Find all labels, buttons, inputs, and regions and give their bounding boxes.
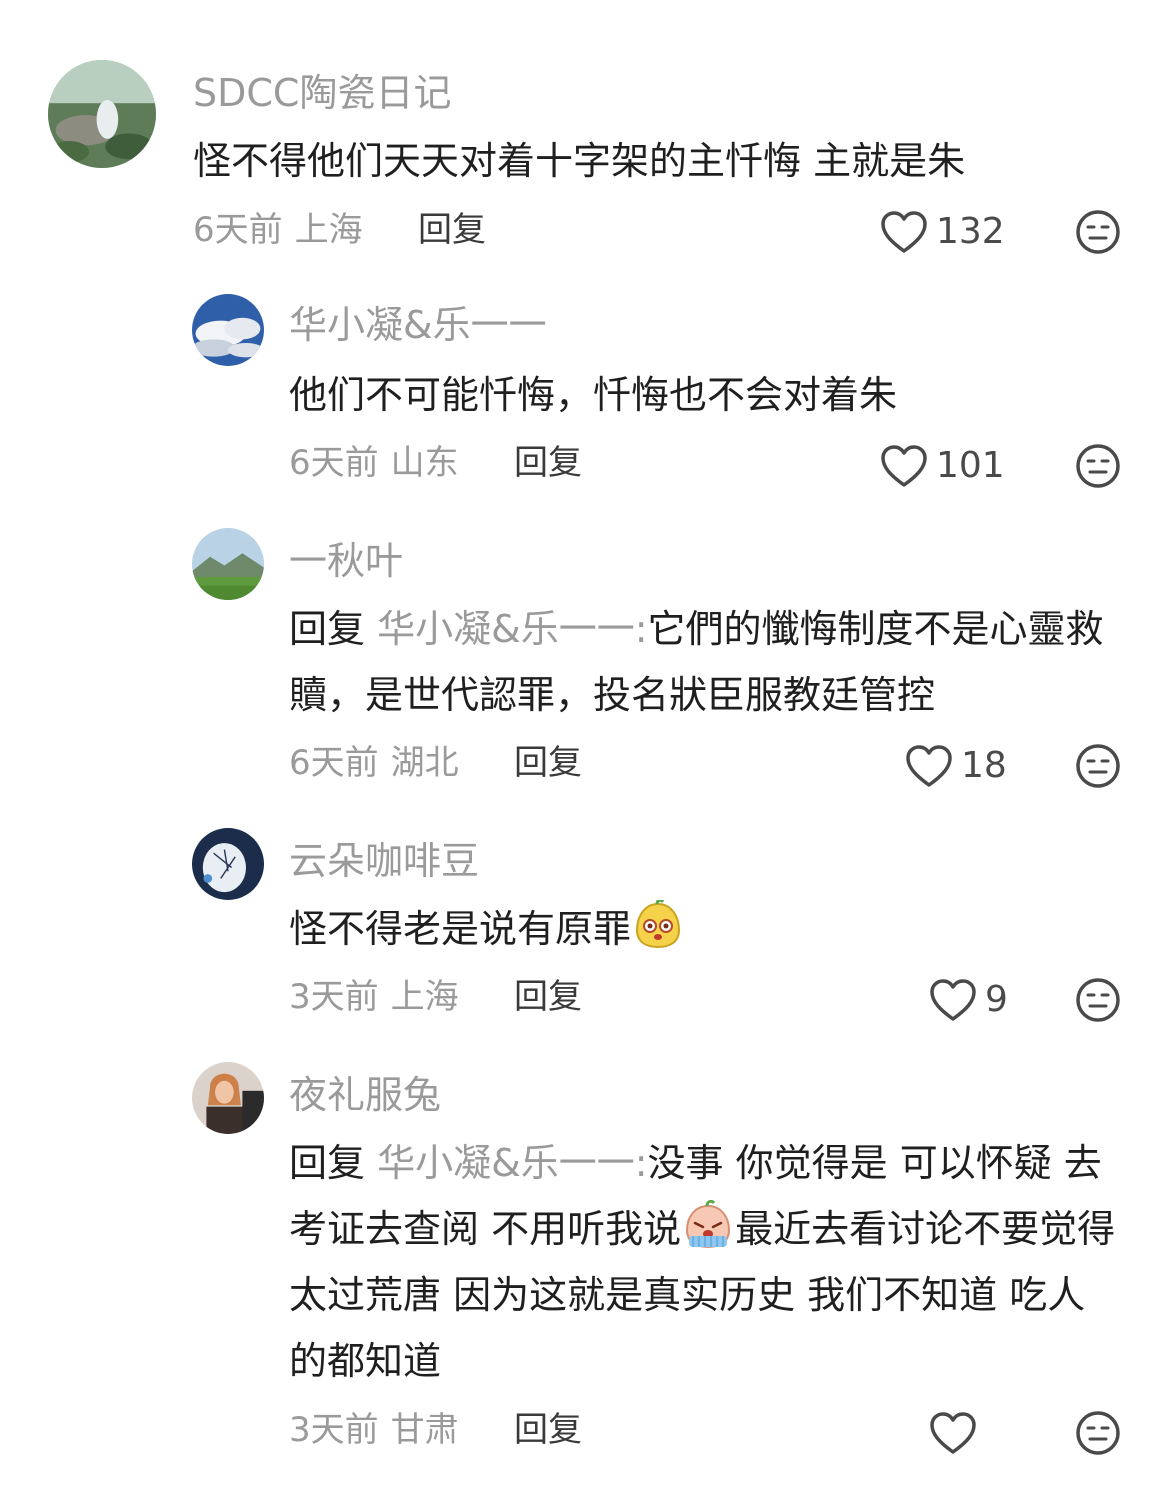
comment-time: 6天前 [289, 743, 379, 783]
comment-meta: 3天前 甘肃 [289, 1405, 459, 1455]
comment-text: 他们不可能忏悔，忏悔也不会对着朱 [289, 373, 898, 417]
username[interactable]: 一秋叶 [289, 536, 403, 586]
like-count: 9 [985, 979, 1008, 1020]
comment-text: 回复 华小凝&乐一一:没事 你觉得是 可以怀疑 去考证去查阅 不用听我说 最近去… [289, 1130, 1119, 1394]
comment-meta: 6天前 湖北 [289, 738, 459, 788]
reply-target-user[interactable]: 华小凝&乐一一: [377, 607, 647, 651]
like-count: 18 [961, 745, 1007, 786]
comment-location: 上海 [390, 977, 459, 1017]
like-button[interactable]: 132 [880, 207, 1005, 257]
like-button[interactable]: 9 [929, 975, 1008, 1025]
comment-text: 回复 华小凝&乐一一:它們的懺悔制度不是心靈救贖，是世代認罪，投名狀臣服教廷管控 [289, 596, 1119, 728]
reply-button[interactable]: 回复 [514, 972, 582, 1022]
meh-face-icon [1076, 1411, 1120, 1455]
comment-time: 6天前 [289, 443, 379, 483]
dislike-button[interactable] [1075, 209, 1121, 255]
avatar-image-clouds [192, 294, 264, 366]
avatar-image-mountains [192, 528, 264, 600]
meh-face-icon [1076, 444, 1120, 488]
meh-face-icon [1076, 978, 1120, 1022]
dislike-button[interactable] [1075, 443, 1121, 489]
comment-meta: 6天前 上海 [193, 205, 363, 255]
username[interactable]: 华小凝&乐一一 [289, 300, 547, 350]
crying-face-emoji [686, 1200, 731, 1249]
comment-time: 3天前 [289, 1410, 379, 1450]
heart-outline-icon [881, 445, 927, 487]
like-button[interactable] [929, 1408, 985, 1458]
avatar[interactable] [48, 60, 156, 168]
comment-text: 怪不得老是说有原罪 [289, 896, 1119, 962]
comment-time: 6天前 [193, 210, 283, 250]
dislike-button[interactable] [1075, 977, 1121, 1023]
meh-face-icon [1076, 744, 1120, 788]
bean-face-emoji [636, 900, 681, 949]
dislike-button[interactable] [1075, 1410, 1121, 1456]
reply-target-user[interactable]: 华小凝&乐一一: [377, 1141, 647, 1185]
username[interactable]: 夜礼服兔 [289, 1070, 441, 1120]
avatar[interactable] [192, 528, 264, 600]
avatar[interactable] [192, 828, 264, 900]
comment-body: 怪不得老是说有原罪 [289, 907, 632, 951]
reply-button[interactable]: 回复 [514, 438, 582, 488]
reply-button[interactable]: 回复 [418, 205, 486, 255]
like-count: 101 [936, 445, 1005, 486]
reply-button[interactable]: 回复 [514, 1405, 582, 1455]
meh-face-icon [1076, 210, 1120, 254]
reply-prefix: 回复 [289, 607, 366, 651]
like-count: 132 [936, 211, 1005, 252]
reply-prefix: 回复 [289, 1141, 366, 1185]
like-button[interactable]: 18 [905, 741, 1007, 791]
heart-outline-icon [930, 979, 976, 1021]
comment-location: 上海 [294, 210, 363, 250]
username[interactable]: SDCC陶瓷日记 [193, 68, 451, 118]
comment-time: 3天前 [289, 977, 379, 1017]
comment-meta: 3天前 上海 [289, 972, 459, 1022]
avatar[interactable] [192, 1062, 264, 1134]
comment-location: 甘肃 [390, 1410, 459, 1450]
avatar-image-garden [48, 60, 156, 168]
heart-outline-icon [906, 745, 952, 787]
heart-outline-icon [881, 211, 927, 253]
comment-text: 怪不得他们天天对着十字架的主忏悔 主就是朱 [193, 139, 966, 183]
comment-location: 山东 [390, 443, 459, 483]
dislike-button[interactable] [1075, 743, 1121, 789]
avatar[interactable] [192, 294, 264, 366]
like-button[interactable]: 101 [880, 441, 1005, 491]
username[interactable]: 云朵咖啡豆 [289, 836, 479, 886]
avatar-image-dark-blossom [192, 828, 264, 900]
avatar-image-portrait [192, 1062, 264, 1134]
heart-outline-icon [930, 1412, 976, 1454]
reply-button[interactable]: 回复 [514, 738, 582, 788]
comment-meta: 6天前 山东 [289, 438, 459, 488]
comment-location: 湖北 [390, 743, 459, 783]
